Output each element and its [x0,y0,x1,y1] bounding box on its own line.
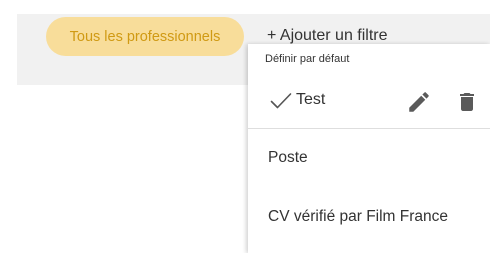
filter-dropdown-menu: Définir par défaut Test Poste CV vérifié… [248,44,490,253]
saved-filter-row[interactable]: Test [248,78,490,128]
saved-filter-label: Test [296,91,326,108]
menu-item-cv-verified[interactable]: CV vérifié par Film France [248,192,490,242]
checkmark-icon [270,93,292,109]
pencil-icon[interactable] [406,89,432,115]
set-default-header: Définir par défaut [265,53,350,65]
filter-chip-all-professionals[interactable]: Tous les professionnels [46,17,244,56]
add-filter-button[interactable]: + Ajouter un filtre [267,27,388,45]
trash-icon[interactable] [455,89,479,115]
menu-item-poste[interactable]: Poste [248,133,490,183]
menu-divider [248,128,490,129]
